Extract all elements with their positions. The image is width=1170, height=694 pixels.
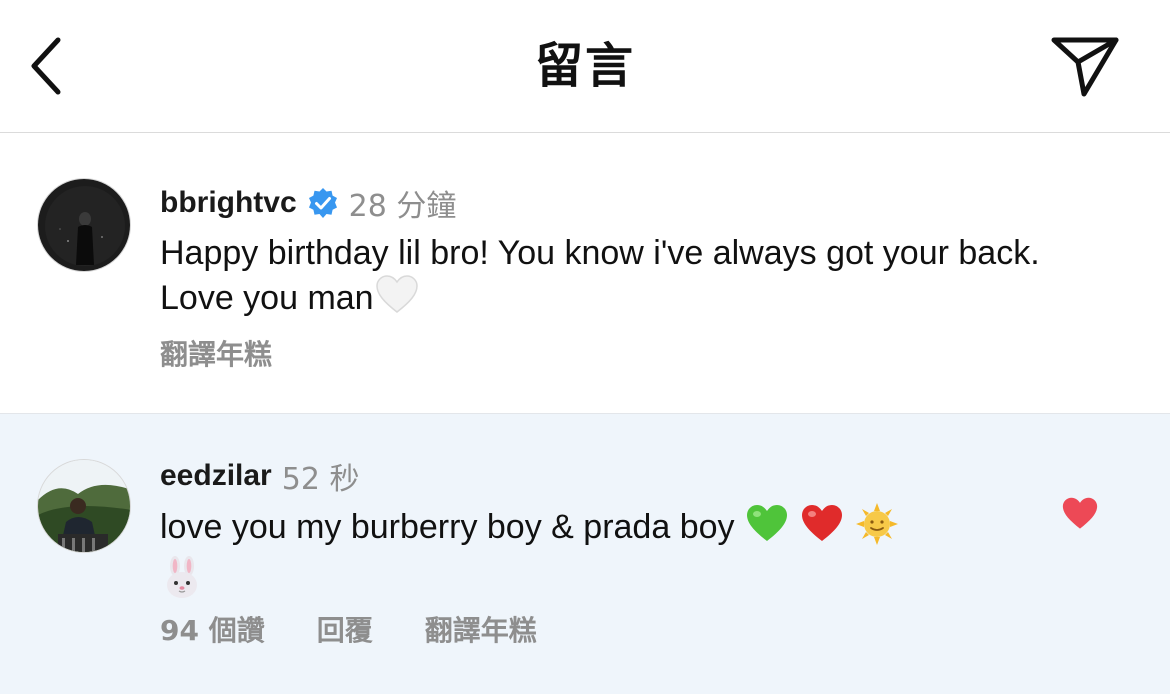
username[interactable]: eedzilar — [160, 459, 272, 493]
red-heart-icon — [799, 503, 845, 555]
comment-time: 52 秒 — [281, 462, 360, 497]
comment-time: 28 分鐘 — [348, 189, 457, 224]
comment-actions: 翻譯年糕 — [160, 333, 272, 373]
heart-filled-icon — [1062, 497, 1098, 529]
comment-text: love you my burberry boy & prada boy — [160, 507, 735, 546]
white-heart-icon — [374, 274, 420, 326]
translate-button[interactable]: 翻譯年糕 — [160, 333, 272, 373]
avatar-image — [38, 460, 130, 552]
header-bar: 留言 — [0, 0, 1170, 133]
comment-text: Happy birthday lil bro! You know i've al… — [160, 234, 1040, 317]
comment-meta: bbrightvc 28 分鐘 — [160, 183, 457, 224]
comment-text-block: love you my burberry boy & prada boy — [160, 502, 1060, 610]
comment-meta: eedzilar 52 秒 — [160, 456, 360, 497]
rabbit-face-icon — [160, 556, 204, 610]
comment-text-block: Happy birthday lil bro! You know i've al… — [160, 232, 1060, 326]
comment-actions: 94 個讚 回覆 翻譯年糕 — [160, 609, 537, 649]
avatar-image — [38, 179, 130, 271]
sun-with-face-icon — [855, 502, 899, 556]
username[interactable]: bbrightvc — [160, 186, 297, 220]
verified-badge-icon — [307, 187, 339, 219]
comment-item: eedzilar 52 秒 love you my burberry boy &… — [0, 414, 1170, 694]
page-title: 留言 — [534, 38, 635, 94]
comments-screen: 留言 bbrightvc 28 分鐘 Happy birthday lil br… — [0, 0, 1170, 694]
like-button[interactable] — [1060, 496, 1100, 532]
reply-button[interactable]: 回覆 — [317, 609, 373, 649]
share-button[interactable] — [1046, 30, 1124, 102]
translate-button[interactable]: 翻譯年糕 — [425, 609, 537, 649]
green-heart-icon — [744, 503, 790, 555]
avatar[interactable] — [37, 178, 131, 272]
likes-count-button[interactable]: 94 個讚 — [160, 609, 265, 649]
avatar[interactable] — [37, 459, 131, 553]
comment-item: bbrightvc 28 分鐘 Happy birthday lil bro! … — [0, 133, 1170, 414]
paper-plane-icon — [1051, 37, 1119, 97]
